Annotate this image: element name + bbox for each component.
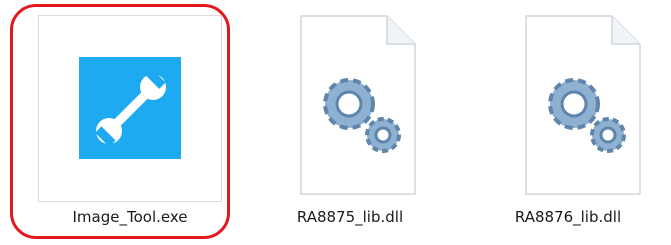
file-label: RA8876_lib.dll [514,208,622,226]
dll-document-icon [525,15,641,195]
file-item-ra8875[interactable]: RA8875_lib.dll [250,0,450,245]
file-label: Image_Tool.exe [72,208,188,226]
file-item-ra8876[interactable]: RA8876_lib.dll [465,0,671,245]
file-item-image-tool[interactable]: Image_Tool.exe [0,0,240,245]
exe-icon-tile [79,57,181,159]
dll-document-icon [300,15,416,195]
file-label: RA8875_lib.dll [296,208,404,226]
wrench-icon [95,68,166,147]
